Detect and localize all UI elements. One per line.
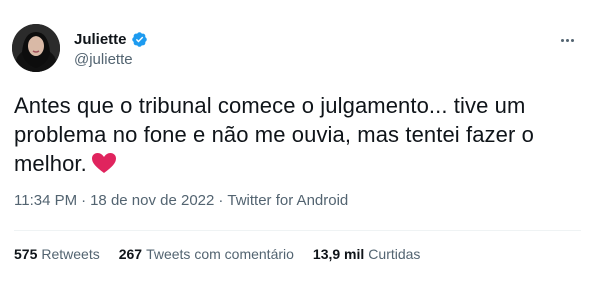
handle[interactable]: @juliette: [74, 51, 148, 68]
quotes-label: Tweets com comentário: [146, 246, 294, 262]
retweets-label: Retweets: [41, 246, 100, 262]
meta-separator: ·: [81, 192, 87, 209]
avatar-image: [12, 24, 60, 72]
likes-stat[interactable]: 13,9 mil Curtidas: [313, 246, 421, 262]
verified-badge-icon: [131, 31, 148, 48]
tweet-stats: 575 Retweets 267 Tweets com comentário 13,…: [14, 246, 420, 262]
tweet-text: Antes que o tribunal comece o julgamento…: [14, 91, 584, 178]
divider: [14, 230, 581, 231]
tweet-card: Juliette @juliette Antes que o tribunal …: [0, 0, 595, 281]
retweets-count: 575: [14, 246, 38, 262]
tweet-meta: 11:34 PM · 18 de nov de 2022 · Twitter for A…: [14, 192, 348, 209]
tweet-source[interactable]: Twitter for Android: [227, 192, 348, 209]
tweet-date[interactable]: 18 de nov de 2022: [90, 192, 214, 209]
author-block: Juliette @juliette: [74, 30, 148, 68]
quotes-stat[interactable]: 267 Tweets com comentário: [119, 246, 294, 262]
likes-label: Curtidas: [368, 246, 421, 262]
display-name[interactable]: Juliette: [74, 31, 127, 48]
meta-separator-2: ·: [218, 192, 224, 209]
quotes-count: 267: [118, 246, 143, 262]
avatar[interactable]: [12, 24, 60, 72]
tweet-time[interactable]: 11:34 PM: [14, 192, 77, 209]
more-horizontal-icon[interactable]: [557, 30, 577, 50]
red-heart-icon: [91, 152, 117, 174]
likes-count: 13,9 mil: [312, 246, 365, 262]
retweets-stat[interactable]: 575 Retweets: [14, 246, 100, 262]
